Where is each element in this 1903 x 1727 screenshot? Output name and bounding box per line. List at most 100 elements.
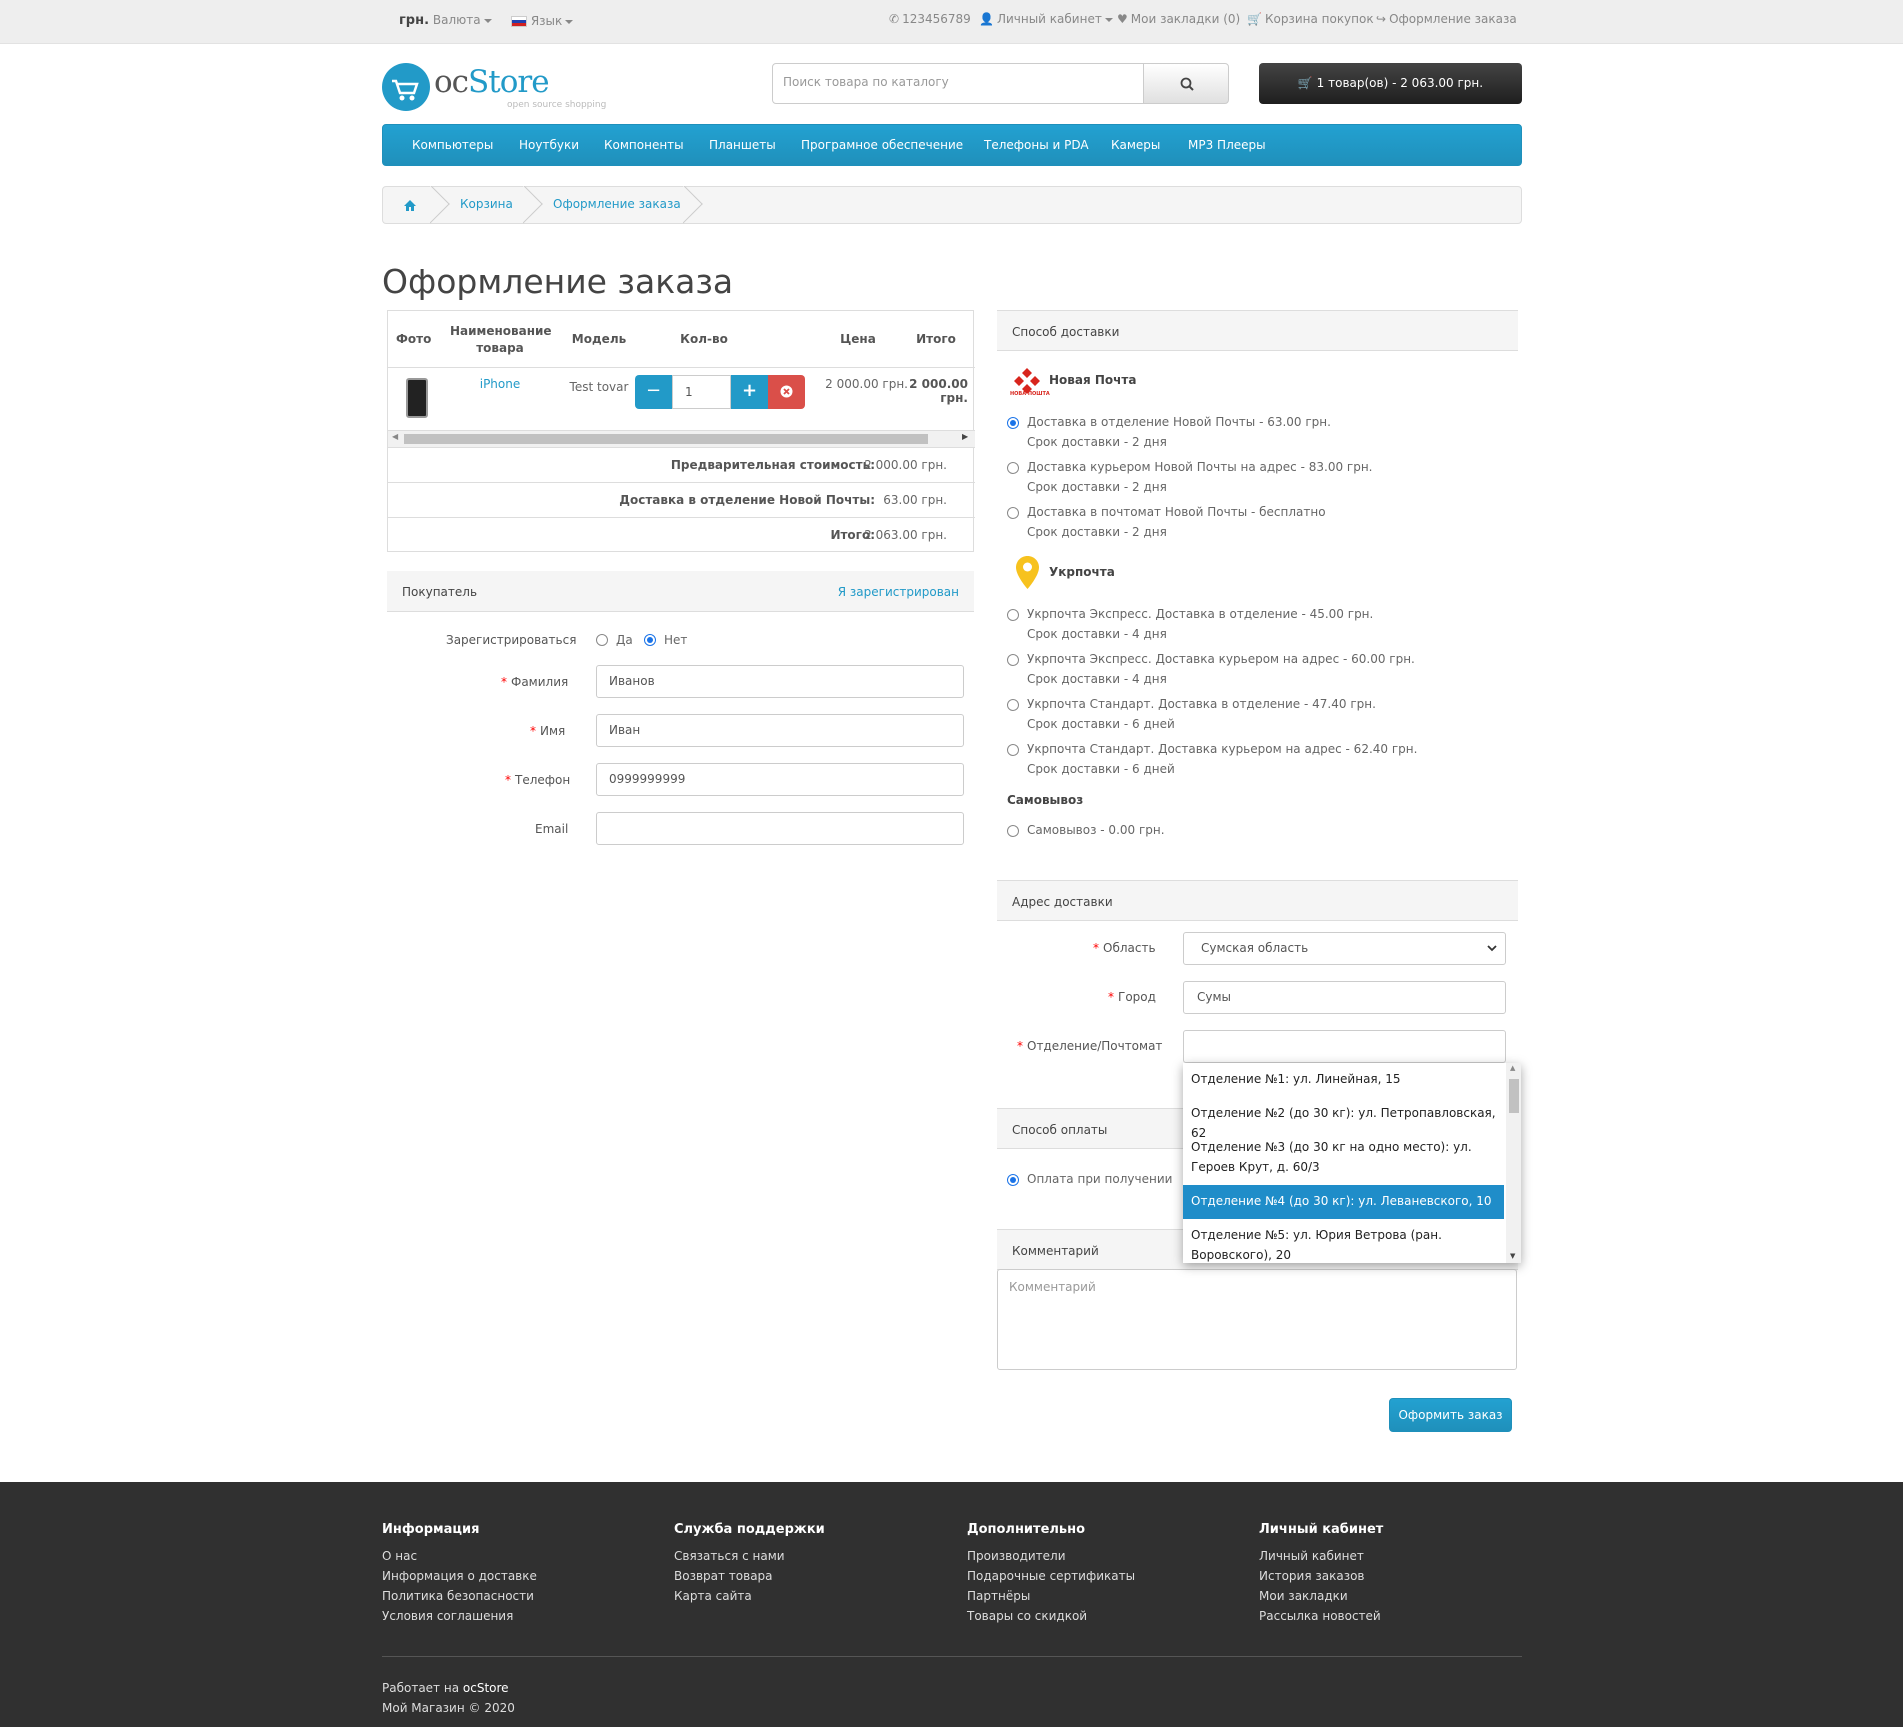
cart-icon: 🛒 [1297, 76, 1317, 90]
branch-field[interactable] [1183, 1030, 1506, 1063]
scroll-down-icon[interactable]: ▼ [1510, 1252, 1515, 1260]
branch-option[interactable]: Отделение №5: ул. Юрия Ветрова (ран. Вор… [1183, 1219, 1504, 1263]
city-label: * Город [1108, 990, 1156, 1004]
account-dropdown[interactable]: 👤 Личный кабинет [979, 12, 1113, 26]
submit-order-button[interactable]: Оформить заказ [1389, 1398, 1512, 1432]
search-input[interactable]: Поиск товара по каталогу [772, 63, 1144, 104]
menu-item-computers[interactable]: Компьютеры [412, 138, 493, 152]
menu-item-tablets[interactable]: Планшеты [709, 138, 776, 152]
shipping-np-branch-radio[interactable] [1007, 417, 1019, 429]
subtotal-value: 2 000.00 грн. [864, 458, 947, 472]
top-bar: грн. Валюта Язык ✆ 123456789 👤 Личный каби… [0, 0, 1903, 44]
branch-option[interactable]: Отделение №2 (до 30 кг): ул. Петропавлов… [1183, 1097, 1504, 1140]
main-menu: Компьютеры Ноутбуки Компоненты Планшеты … [382, 124, 1522, 166]
register-yes-radio[interactable] [596, 634, 608, 646]
shipping-np-locker-radio[interactable] [1007, 507, 1019, 519]
col-name: Наименование товара [450, 324, 552, 355]
product-image[interactable] [406, 378, 428, 418]
scroll-right-icon[interactable]: ▶ [962, 432, 968, 441]
flag-icon [511, 16, 527, 27]
region-select[interactable]: Сумская область [1183, 932, 1506, 965]
breadcrumb-cart[interactable]: Корзина [460, 197, 513, 211]
checkout-link[interactable]: ↪ Оформление заказа [1376, 12, 1517, 26]
footer-link[interactable]: Политика безопасности [382, 1589, 534, 1603]
powered-by: Работает на ocStore [382, 1681, 509, 1695]
cart-text: Корзина покупок [1264, 12, 1374, 26]
scrollbar-thumb[interactable] [1509, 1079, 1519, 1113]
branch-option-selected[interactable]: Отделение №4 (до 30 кг): ул. Леваневског… [1183, 1185, 1504, 1219]
cart-icon: 🛒 [1247, 12, 1262, 26]
scrollbar-thumb[interactable] [404, 434, 928, 444]
footer-link[interactable]: Производители [967, 1549, 1066, 1563]
product-name-link[interactable]: iPhone [450, 377, 550, 391]
shipping-np-courier-label: Доставка курьером Новой Почты на адрес -… [1027, 460, 1373, 474]
col-photo: Фото [396, 332, 432, 346]
shipping-up-standard-branch-radio[interactable] [1007, 699, 1019, 711]
footer-link[interactable]: Карта сайта [674, 1589, 752, 1603]
dropdown-scrollbar[interactable]: ▲ ▼ [1506, 1063, 1521, 1263]
footer-link[interactable]: Товары со скидкой [967, 1609, 1087, 1623]
shipping-pickup-radio[interactable] [1007, 825, 1019, 837]
shipping-total-label: Доставка в отделение Новой Почты: [619, 493, 875, 507]
cart-button[interactable]: 🛒 1 товар(ов) - 2 063.00 грн. [1259, 63, 1522, 104]
branch-dropdown-list: Отделение №1: ул. Линейная, 15 Отделение… [1183, 1063, 1521, 1263]
scroll-left-icon[interactable]: ◀ [392, 432, 398, 441]
currency-dropdown[interactable]: грн. Валюта [399, 13, 492, 28]
lastname-field[interactable]: Иванов [596, 665, 964, 698]
search-button[interactable] [1143, 63, 1229, 104]
login-link[interactable]: Я зарегистрирован [838, 585, 959, 599]
register-no-radio[interactable] [644, 634, 656, 646]
payment-cod-label: Оплата при получении [1027, 1172, 1173, 1186]
shipping-up-standard-courier-radio[interactable] [1007, 744, 1019, 756]
firstname-field[interactable]: Иван [596, 714, 964, 747]
branch-option[interactable]: Отделение №1: ул. Линейная, 15 [1183, 1063, 1504, 1097]
menu-item-laptops[interactable]: Ноутбуки [519, 138, 579, 152]
comment-textarea[interactable]: Комментарий [997, 1269, 1517, 1370]
powered-by-link[interactable]: ocStore [463, 1681, 509, 1695]
shipping-np-courier-term: Срок доставки - 2 дня [1027, 480, 1167, 494]
col-model: Модель [571, 332, 627, 346]
qty-input[interactable]: 1 [672, 375, 731, 409]
menu-item-components[interactable]: Компоненты [604, 138, 684, 152]
wishlist-link[interactable]: ♥ Мои закладки (0) [1117, 12, 1240, 26]
email-field[interactable] [596, 812, 964, 845]
menu-item-phones[interactable]: Телефоны и PDA [984, 138, 1089, 152]
breadcrumb-checkout[interactable]: Оформление заказа [553, 197, 681, 211]
menu-item-software[interactable]: Програмное обеспечение [801, 138, 963, 152]
footer-link[interactable]: Мои закладки [1259, 1589, 1348, 1603]
payment-title: Способ оплаты [1012, 1123, 1108, 1137]
footer-link[interactable]: Информация о доставке [382, 1569, 537, 1583]
footer-link[interactable]: Связаться с нами [674, 1549, 785, 1563]
phone-icon: ✆ [889, 12, 900, 26]
home-icon[interactable] [403, 199, 417, 212]
cart-link[interactable]: 🛒 Корзина покупок [1247, 12, 1374, 26]
branch-option[interactable]: Отделение №3 (до 30 кг на одно место): у… [1183, 1131, 1504, 1185]
footer-link[interactable]: О нас [382, 1549, 417, 1563]
shipping-np-courier-radio[interactable] [1007, 462, 1019, 474]
shipping-up-express-branch-radio[interactable] [1007, 609, 1019, 621]
footer-link[interactable]: Партнёры [967, 1589, 1030, 1603]
language-dropdown[interactable]: Язык [511, 14, 574, 28]
totals-row: Доставка в отделение Новой Почты: 63.00 … [388, 482, 975, 517]
footer-link[interactable]: Условия соглашения [382, 1609, 513, 1623]
footer-link[interactable]: Возврат товара [674, 1569, 773, 1583]
menu-item-cameras[interactable]: Камеры [1111, 138, 1160, 152]
footer-link[interactable]: Личный кабинет [1259, 1549, 1364, 1563]
footer-link[interactable]: Рассылка новостей [1259, 1609, 1381, 1623]
footer-link[interactable]: Подарочные сертификаты [967, 1569, 1135, 1583]
phone-link[interactable]: ✆ 123456789 [889, 12, 971, 26]
logo-text[interactable]: ocStore [434, 64, 550, 100]
phone-text: 123456789 [902, 12, 971, 26]
horizontal-scrollbar[interactable]: ◀ ▶ [388, 430, 975, 447]
qty-decrease-button[interactable]: − [635, 375, 672, 409]
footer-link[interactable]: История заказов [1259, 1569, 1365, 1583]
payment-cod-radio[interactable] [1007, 1174, 1019, 1186]
scroll-up-icon[interactable]: ▲ [1510, 1064, 1515, 1072]
logo-icon[interactable] [382, 63, 430, 111]
city-field[interactable]: Сумы [1183, 981, 1506, 1014]
shipping-up-express-courier-radio[interactable] [1007, 654, 1019, 666]
menu-item-mp3[interactable]: MP3 Плееры [1188, 138, 1266, 152]
checkout-text: Оформление заказа [1389, 12, 1517, 26]
qty-increase-button[interactable]: + [731, 375, 768, 409]
phone-field[interactable]: 0999999999 [596, 763, 964, 796]
